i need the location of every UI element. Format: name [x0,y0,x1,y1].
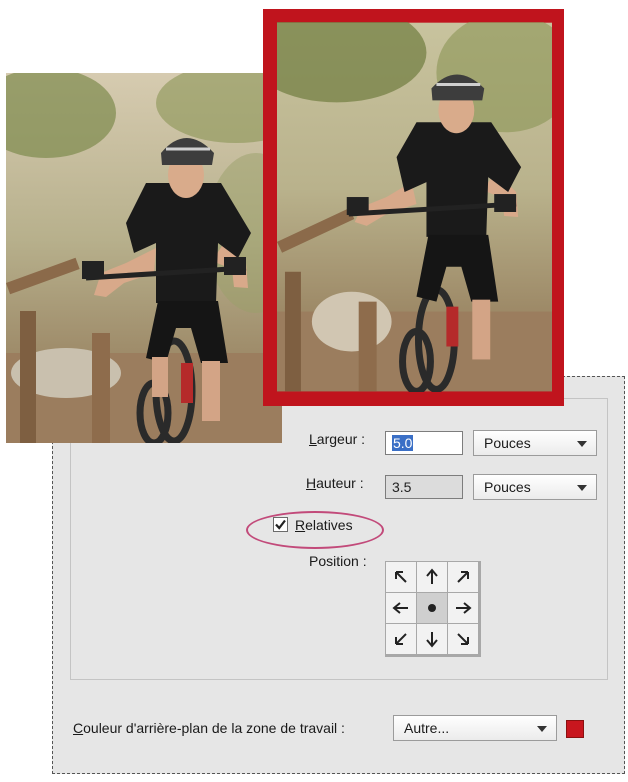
resized-canvas-photo [277,22,552,392]
background-color-swatch[interactable] [566,720,584,738]
position-label: Position : [309,553,367,569]
anchor-top-left[interactable] [386,562,416,592]
arrow-up-right-icon [457,571,469,583]
original-photo [6,73,282,443]
chevron-down-icon [537,726,547,732]
cyclist-photo [277,22,552,392]
anchor-left[interactable] [386,593,416,623]
arrow-left-icon [392,602,408,614]
anchor-right[interactable] [448,593,478,623]
width-value: 5.0 [392,435,414,451]
background-color-dropdown[interactable]: Autre... [393,715,557,741]
cyclist-photo [6,73,282,443]
anchor-bottom[interactable] [417,624,447,654]
anchor-top[interactable] [417,562,447,592]
anchor-grid[interactable] [385,561,481,657]
anchor-bottom-right[interactable] [448,624,478,654]
background-color-label: Couleur d'arrière-plan de la zone de tra… [73,720,345,736]
height-unit-dropdown[interactable]: Pouces [473,474,597,500]
arrow-up-left-icon [395,571,407,583]
chevron-down-icon [577,441,587,447]
height-value: 3.5 [392,479,412,495]
width-unit-value: Pouces [484,435,531,451]
arrow-down-icon [426,632,438,648]
width-label: Largeur : [309,431,366,447]
arrow-down-left-icon [395,633,407,645]
width-field[interactable]: 5.0 [385,431,463,455]
width-unit-dropdown[interactable]: Pouces [473,430,597,456]
height-unit-value: Pouces [484,479,531,495]
height-field[interactable]: 3.5 [385,475,463,499]
background-color-value: Autre... [404,720,450,736]
anchor-center-icon [428,604,436,612]
anchor-center[interactable] [417,593,447,623]
arrow-down-right-icon [457,633,469,645]
chevron-down-icon [577,485,587,491]
arrow-up-icon [426,568,438,584]
highlight-callout [246,511,384,549]
height-label: Hauteur : [306,475,364,491]
anchor-top-right[interactable] [448,562,478,592]
arrow-right-icon [456,602,472,614]
anchor-bottom-left[interactable] [386,624,416,654]
